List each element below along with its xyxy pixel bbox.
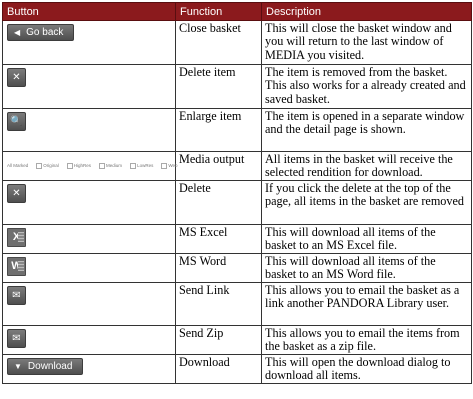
description-cell: The item is opened in a separate window … bbox=[261, 108, 472, 152]
description-cell: This allows you to email the basket as a… bbox=[261, 282, 472, 326]
function-cell: MS Word bbox=[175, 253, 262, 283]
media-option[interactable]: LowRes bbox=[130, 159, 153, 172]
description-cell: All items in the basket will receive the… bbox=[261, 151, 472, 181]
close-x-icon: ✕ bbox=[12, 71, 21, 83]
close-x-icon: ✕ bbox=[12, 187, 21, 199]
description-cell: This will open the download dialog to do… bbox=[261, 354, 472, 384]
word-icon[interactable]: W bbox=[7, 257, 26, 276]
media-option[interactable]: Original bbox=[36, 159, 59, 172]
table-row: ✉ Send Link This allows you to email the… bbox=[2, 282, 472, 326]
function-cell: Media output bbox=[175, 151, 262, 181]
button-reference-table: Button Function Description ◀ Go back Clo… bbox=[2, 2, 472, 384]
function-cell: Download bbox=[175, 354, 262, 384]
delete-item-button[interactable]: ✕ bbox=[7, 68, 26, 87]
function-cell: Send Zip bbox=[175, 325, 262, 355]
media-option[interactable]: Web bbox=[161, 159, 177, 172]
delete-all-button[interactable]: ✕ bbox=[7, 184, 26, 203]
description-cell: If you click the delete at the top of th… bbox=[261, 180, 472, 225]
table-row: All Marked Original HighRes Medium LowRe… bbox=[2, 151, 472, 181]
description-cell: This will download all items of the bask… bbox=[261, 253, 472, 283]
table-row: W MS Word This will download all items o… bbox=[2, 253, 472, 283]
send-zip-button[interactable]: ✉ bbox=[7, 329, 26, 348]
function-cell: Delete bbox=[175, 180, 262, 225]
envelope-icon: ✉ bbox=[12, 332, 21, 344]
table-header-row: Button Function Description bbox=[2, 2, 472, 21]
header-function: Function bbox=[175, 2, 262, 21]
header-description: Description bbox=[261, 2, 472, 21]
media-output-selector[interactable]: All Marked Original HighRes Medium LowRe… bbox=[7, 159, 178, 172]
table-row: ✉ Send Zip This allows you to email the … bbox=[2, 325, 472, 355]
header-button: Button bbox=[2, 2, 176, 21]
table-row: ✕ Delete item The item is removed from t… bbox=[2, 64, 472, 109]
excel-icon[interactable]: X bbox=[7, 228, 26, 247]
description-cell: The item is removed from the basket. Thi… bbox=[261, 64, 472, 109]
envelope-icon: ✉ bbox=[12, 289, 21, 301]
table-row: 🔍 Enlarge item The item is opened in a s… bbox=[2, 108, 472, 152]
function-cell: Send Link bbox=[175, 282, 262, 326]
table-row: ▼ Download Download This will open the do… bbox=[2, 354, 472, 384]
table-row: X MS Excel This will download all items … bbox=[2, 224, 472, 254]
table-row: ◀ Go back Close basket This will close th… bbox=[2, 20, 472, 65]
function-cell: Enlarge item bbox=[175, 108, 262, 152]
table-row: ✕ Delete If you click the delete at the … bbox=[2, 180, 472, 225]
go-back-label: Go back bbox=[26, 26, 64, 38]
function-cell: Close basket bbox=[175, 20, 262, 65]
arrow-down-icon: ▼ bbox=[14, 361, 22, 371]
go-back-button[interactable]: ◀ Go back bbox=[7, 24, 75, 41]
download-button[interactable]: ▼ Download bbox=[7, 358, 84, 375]
description-cell: This allows you to email the items from … bbox=[261, 325, 472, 355]
description-cell: This will download all items of the bask… bbox=[261, 224, 472, 254]
media-option[interactable]: HighRes bbox=[67, 159, 91, 172]
arrow-left-icon: ◀ bbox=[14, 27, 21, 37]
all-marked-label: All Marked bbox=[7, 163, 29, 168]
enlarge-item-button[interactable]: 🔍 bbox=[7, 112, 26, 131]
send-link-button[interactable]: ✉ bbox=[7, 286, 26, 305]
media-option[interactable]: Medium bbox=[99, 159, 122, 172]
description-cell: This will close the basket window and yo… bbox=[261, 20, 472, 65]
function-cell: MS Excel bbox=[175, 224, 262, 254]
zoom-plus-icon: 🔍 bbox=[10, 115, 23, 127]
function-cell: Delete item bbox=[175, 64, 262, 109]
download-label: Download bbox=[27, 360, 73, 372]
